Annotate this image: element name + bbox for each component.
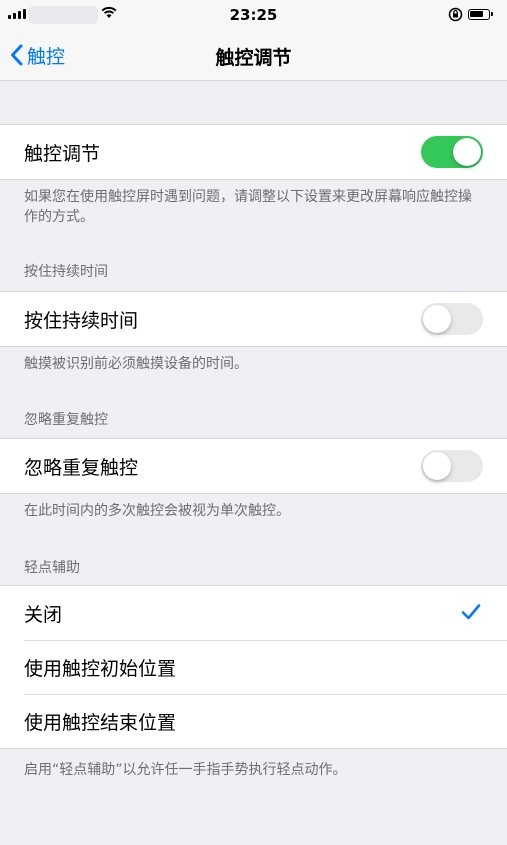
hold-duration-label: 按住持续时间	[24, 309, 139, 332]
touch-accommodations-group: 触控调节	[0, 124, 507, 180]
checkmark-icon	[461, 604, 481, 620]
ignore-repeat-group: 忽略重复触控	[0, 438, 507, 494]
ignore-repeat-label: 忽略重复触控	[24, 456, 139, 479]
option-label: 使用触控初始位置	[24, 657, 177, 680]
touch-accommodations-toggle[interactable]	[421, 136, 483, 168]
hold-duration-toggle[interactable]	[421, 303, 483, 335]
ignore-repeat-footer: 在此时间内的多次触控会被视为单次触控。	[24, 503, 290, 519]
tap-assistance-header: 轻点辅助	[24, 560, 80, 576]
toggle-knob	[423, 452, 451, 480]
battery-icon	[468, 9, 493, 20]
ignore-repeat-header: 忽略重复触控	[24, 412, 108, 428]
hold-duration-row: 按住持续时间	[0, 292, 507, 346]
navigation-bar: 触控 触控调节	[0, 30, 507, 81]
orientation-lock-icon	[448, 7, 463, 22]
page-title: 触控调节	[215, 47, 292, 69]
status-time: 23:25	[229, 6, 278, 24]
option-label: 使用触控结束位置	[24, 711, 177, 734]
touch-accommodations-label: 触控调节	[24, 142, 101, 165]
hold-duration-header: 按住持续时间	[24, 264, 108, 280]
touch-accommodations-row: 触控调节	[0, 125, 507, 179]
ignore-repeat-row: 忽略重复触控	[0, 439, 507, 493]
option-label: 关闭	[24, 603, 63, 626]
tap-assistance-option-final[interactable]: 使用触控结束位置	[0, 694, 507, 748]
hold-duration-footer: 触摸被识别前必须触摸设备的时间。	[24, 356, 248, 372]
tap-assistance-option-off[interactable]: 关闭	[0, 586, 507, 640]
tap-assistance-group: 关闭 使用触控初始位置 使用触控结束位置	[0, 585, 507, 749]
tap-assistance-option-initial[interactable]: 使用触控初始位置	[0, 640, 507, 694]
tap-assistance-footer: 启用“轻点辅助”以允许任一手指手势执行轻点动作。	[24, 762, 347, 778]
ignore-repeat-toggle[interactable]	[421, 450, 483, 482]
hold-duration-group: 按住持续时间	[0, 291, 507, 347]
touch-accommodations-footer: 如果您在使用触控屏时遇到问题，请调整以下设置来更改屏幕响应触控操作的方式。	[24, 189, 472, 225]
toggle-knob	[423, 305, 451, 333]
status-bar: 23:25	[0, 0, 507, 30]
toggle-knob	[453, 138, 481, 166]
